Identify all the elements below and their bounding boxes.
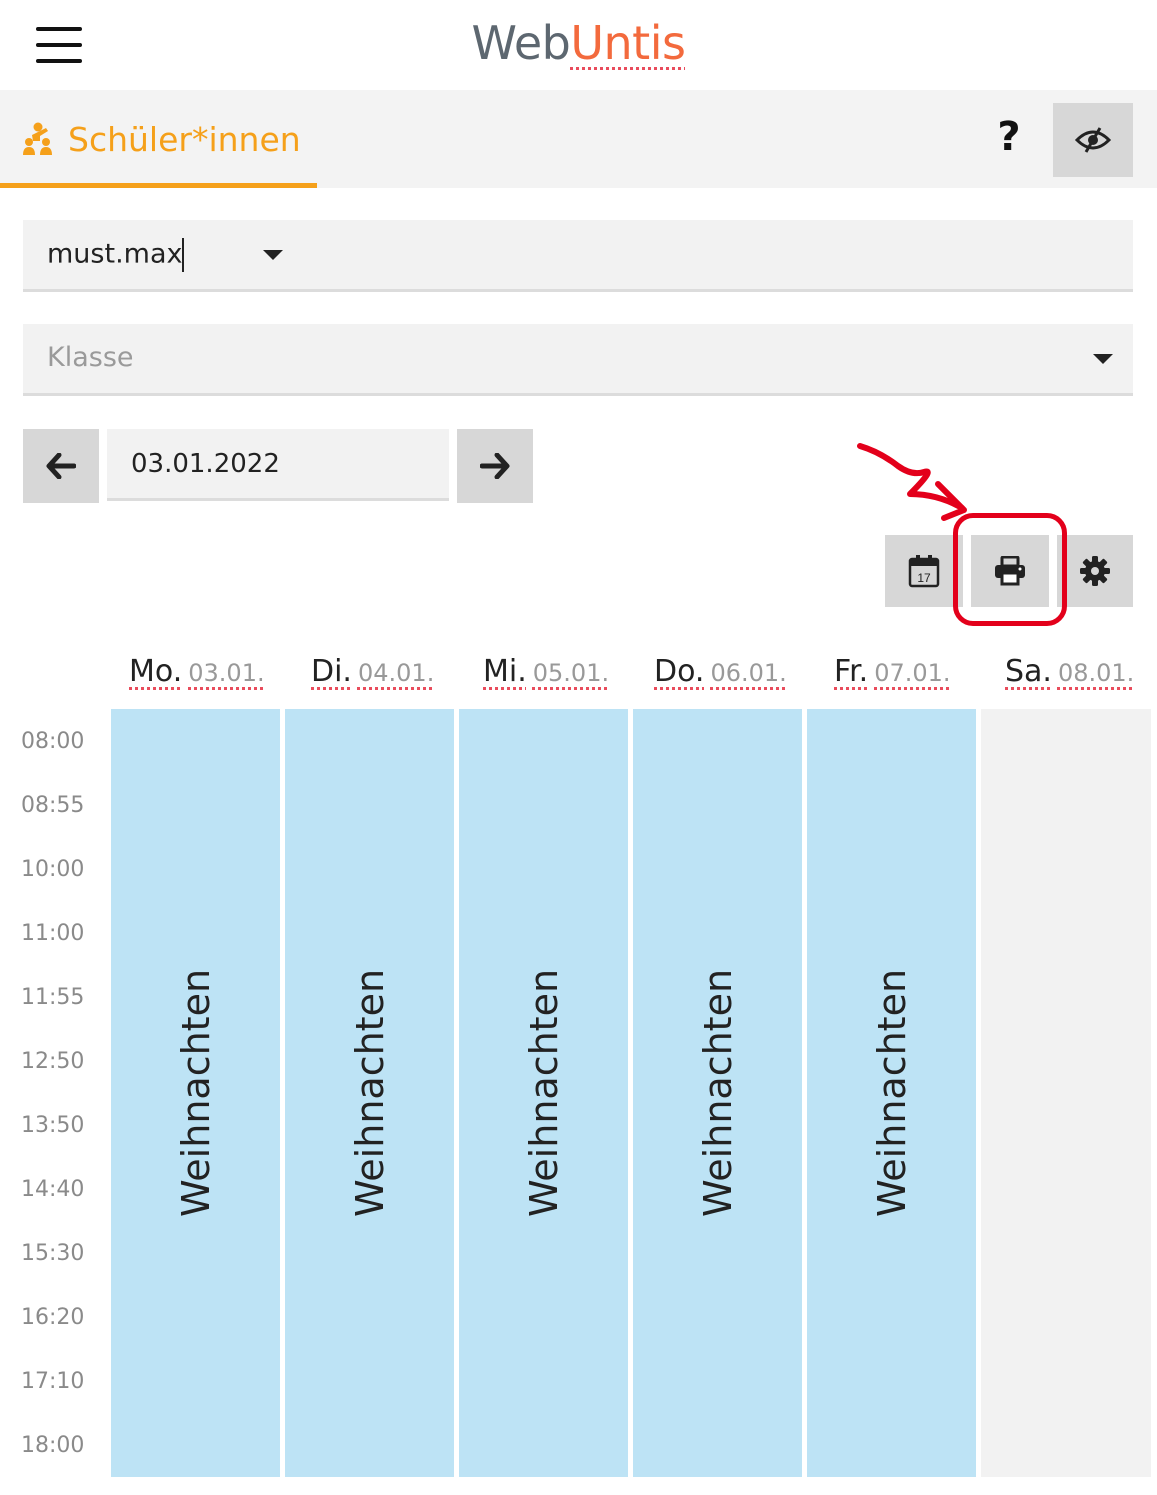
calendar-icon: 17 (908, 555, 940, 588)
webuntis-logo: WebUntis (471, 16, 686, 70)
top-bar: WebUntis (0, 0, 1157, 90)
day-column-sat (981, 709, 1151, 1477)
chevron-down-icon[interactable] (1093, 354, 1113, 364)
text-cursor (182, 238, 185, 272)
date-input[interactable]: 03.01.2022 (107, 429, 449, 501)
day-header-wed[interactable]: Mi. 05.01. (483, 654, 609, 694)
arrow-left-icon (46, 453, 76, 479)
holiday-block-mon[interactable]: Weihnachten (111, 709, 280, 1477)
time-label: 15:30 (21, 1241, 85, 1266)
calendar-day: 17 (917, 571, 931, 585)
class-select[interactable]: Klasse (23, 324, 1133, 396)
printer-icon (995, 556, 1025, 586)
day-header-sat[interactable]: Sa. 08.01. (1005, 654, 1134, 694)
holiday-block-wed[interactable]: Weihnachten (459, 709, 628, 1477)
student-select[interactable]: must.max (23, 220, 1133, 292)
time-label: 17:10 (21, 1369, 85, 1394)
time-label: 08:00 (21, 729, 85, 754)
students-icon (23, 122, 52, 155)
tab-students-label: Schüler*innen (68, 120, 301, 159)
arrow-right-icon (480, 453, 510, 479)
time-label: 14:40 (21, 1177, 85, 1202)
gear-icon (1080, 556, 1110, 586)
holiday-block-tue[interactable]: Weihnachten (285, 709, 454, 1477)
print-button[interactable] (971, 535, 1049, 607)
time-label: 13:50 (21, 1113, 85, 1138)
holiday-block-fri[interactable]: Weihnachten (807, 709, 976, 1477)
date-value: 03.01.2022 (131, 449, 280, 479)
day-header-tue[interactable]: Di. 04.01. (311, 654, 434, 694)
time-label: 12:50 (21, 1049, 85, 1074)
tab-strip: Schüler*innen ? (0, 90, 1157, 188)
time-label: 18:00 (21, 1433, 85, 1458)
day-header-fri[interactable]: Fr. 07.01. (834, 654, 951, 694)
tab-students[interactable]: Schüler*innen (0, 90, 317, 188)
time-label: 10:00 (21, 857, 85, 882)
time-label: 11:55 (21, 985, 85, 1010)
time-label: 08:55 (21, 793, 85, 818)
eye-off-icon (1075, 127, 1111, 153)
student-value: must.max (47, 238, 183, 270)
class-placeholder: Klasse (47, 342, 134, 373)
previous-week-button[interactable] (23, 429, 99, 503)
annotation-arrow (857, 443, 967, 521)
calendar-button[interactable]: 17 (885, 535, 963, 607)
next-week-button[interactable] (457, 429, 533, 503)
day-header-thu[interactable]: Do. 06.01. (654, 654, 787, 694)
settings-button[interactable] (1057, 535, 1133, 607)
time-label: 11:00 (21, 921, 85, 946)
day-header-mon[interactable]: Mo. 03.01. (129, 654, 265, 694)
holiday-block-thu[interactable]: Weihnachten (633, 709, 802, 1477)
help-icon[interactable]: ? (984, 112, 1034, 162)
hide-button[interactable] (1053, 103, 1133, 177)
chevron-down-icon[interactable] (263, 250, 283, 260)
time-label: 16:20 (21, 1305, 85, 1330)
